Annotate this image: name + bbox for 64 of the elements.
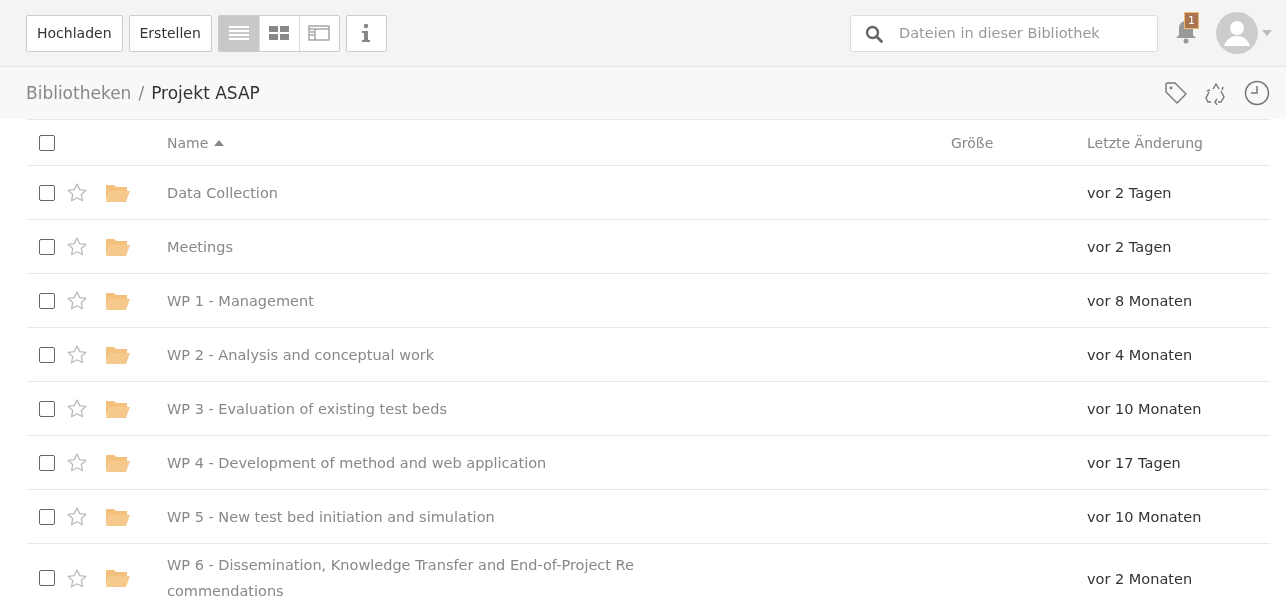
breadcrumb-separator: / (138, 83, 145, 103)
modified-time: vor 2 Tagen (1087, 239, 1172, 255)
star-icon[interactable] (67, 568, 87, 588)
folder-name-link[interactable]: WP 3 - Evaluation of existing test beds (167, 395, 637, 422)
star-icon[interactable] (67, 237, 87, 256)
current-library: Projekt ASAP (151, 83, 260, 103)
grid-icon (269, 25, 290, 41)
row-checkbox[interactable] (39, 292, 55, 309)
folder-name-link[interactable]: Meetings (167, 233, 637, 260)
column-header[interactable]: Letzte Änderung (1087, 135, 1203, 151)
folder-name-link[interactable]: WP 4 - Development of method and web application (167, 449, 637, 476)
sort-ascending-icon (214, 139, 225, 146)
info-icon (361, 23, 372, 43)
folder-name-link[interactable]: WP 1 - Management (167, 287, 637, 314)
folder-name-link[interactable]: WP 6 - Dissemination, Knowledge Transfer and End-of-Project Recommendations (167, 552, 637, 604)
star-icon[interactable] (67, 291, 87, 310)
column-header[interactable]: Name (167, 134, 209, 151)
avatar-icon (1216, 12, 1258, 54)
search-field[interactable]: Dateien in dieser Bibliothek (850, 14, 1158, 52)
folder-icon (105, 568, 131, 588)
star-icon[interactable] (67, 399, 87, 418)
row-checkbox[interactable] (39, 570, 55, 586)
star-icon[interactable] (67, 183, 87, 202)
row-checkbox[interactable] (39, 400, 55, 417)
recycle-icon[interactable] (1204, 81, 1228, 105)
columns-view-button[interactable] (298, 15, 339, 51)
modified-time: vor 17 Tagen (1087, 455, 1181, 471)
panel-layout-icon (308, 25, 331, 41)
folder-icon (105, 452, 131, 473)
info-button[interactable] (345, 14, 387, 52)
modified-time: vor 2 Monaten (1087, 570, 1193, 587)
folder-icon (105, 398, 131, 419)
search-icon (865, 24, 883, 43)
row-checkbox[interactable] (39, 454, 55, 471)
modified-time: vor 8 Monaten (1087, 293, 1193, 309)
list-icon (228, 25, 249, 41)
folder-name-link[interactable]: WP 2 - Analysis and conceptual work (167, 341, 637, 368)
caret-icon (1262, 30, 1272, 36)
row-checkbox[interactable] (39, 238, 55, 255)
folder-icon (105, 290, 131, 311)
modified-time: vor 10 Monaten (1087, 401, 1202, 417)
folder-icon (105, 182, 131, 203)
notification-count: 1 (1184, 12, 1199, 29)
folder-icon (105, 236, 131, 257)
column-header[interactable]: Größe (951, 135, 994, 151)
row-checkbox[interactable] (39, 508, 55, 525)
breadcrumb-link[interactable]: Bibliotheken (26, 83, 132, 103)
folder-icon (105, 506, 131, 527)
clock-icon[interactable] (1244, 80, 1270, 106)
star-icon[interactable] (67, 507, 87, 526)
modified-time: vor 10 Monaten (1087, 509, 1202, 525)
folder-name-link[interactable]: WP 5 - New test bed initiation and simulation (167, 503, 637, 530)
modified-time: vor 4 Monaten (1087, 347, 1193, 363)
modified-time: vor 2 Tagen (1087, 185, 1172, 201)
star-icon[interactable] (67, 453, 87, 472)
tag-icon[interactable] (1164, 81, 1188, 105)
folder-name-link[interactable]: Data Collection (167, 179, 637, 206)
star-icon[interactable] (67, 345, 87, 364)
toolbar-button[interactable]: Hochladen (26, 14, 123, 52)
folder-icon (105, 344, 131, 365)
row-checkbox[interactable] (39, 184, 55, 201)
toolbar-button[interactable]: Erstellen (128, 14, 212, 52)
row-checkbox[interactable] (39, 346, 55, 363)
select-all-checkbox[interactable] (39, 134, 55, 151)
